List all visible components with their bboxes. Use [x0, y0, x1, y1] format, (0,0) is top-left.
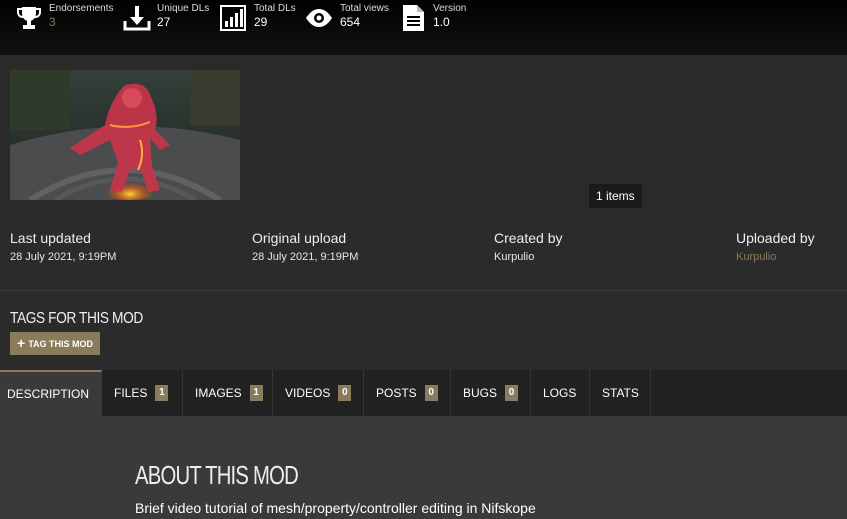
created-by-value: Kurpulio: [494, 251, 535, 263]
tab-label: FILES: [114, 386, 148, 400]
total-views-label: Total views: [340, 3, 389, 14]
created-by-label: Created by: [494, 230, 563, 246]
document-icon: [403, 5, 424, 31]
uploaded-by-label: Uploaded by: [736, 230, 815, 246]
uploaded-by: Uploaded by Kurpulio: [736, 230, 815, 263]
tab-count-badge: 0: [338, 385, 352, 401]
original-upload-value: 28 July 2021, 9:19PM: [252, 251, 359, 263]
last-updated-value: 28 July 2021, 9:19PM: [10, 251, 117, 263]
tab-posts[interactable]: POSTS 0: [364, 370, 451, 416]
tab-images[interactable]: IMAGES 1: [183, 370, 273, 416]
total-dls-label: Total DLs: [254, 3, 296, 14]
created-by: Created by Kurpulio: [494, 230, 562, 263]
endorsements-value: 3: [49, 15, 56, 29]
unique-dls-value: 27: [157, 15, 171, 29]
tag-button-label: TAG THIS MOD: [28, 339, 94, 349]
mod-tabs: DESCRIPTION FILES 1 IMAGES 1 VIDEOS 0 PO…: [0, 370, 847, 416]
uploaded-by-link[interactable]: Kurpulio: [736, 251, 815, 263]
tab-count-badge: 1: [155, 385, 169, 401]
tab-files[interactable]: FILES 1: [102, 370, 183, 416]
tab-label: STATS: [602, 386, 639, 400]
tags-title: TAGS FOR THIS MOD: [10, 310, 143, 327]
plus-icon: +: [17, 335, 26, 351]
gallery-thumbnail[interactable]: [10, 70, 240, 200]
tab-description[interactable]: DESCRIPTION: [0, 370, 102, 416]
tab-bugs[interactable]: BUGS 0: [451, 370, 531, 416]
last-updated: Last updated 28 July 2021, 9:19PM: [10, 230, 116, 263]
version-value: 1.0: [433, 15, 450, 29]
unique-dls-label: Unique DLs: [157, 3, 210, 14]
thumbnail-image: [10, 70, 240, 200]
version-label: Version: [433, 3, 467, 14]
image-gallery: 1 items: [0, 55, 847, 215]
total-views-value: 654: [340, 15, 361, 29]
tab-label: DESCRIPTION: [7, 387, 90, 401]
tag-this-mod-button[interactable]: + TAG THIS MOD: [10, 332, 101, 355]
stats-bar: Endorsements 3 Unique DLs 27 Total DLs 2…: [0, 0, 847, 55]
tab-count-badge: 0: [505, 385, 519, 401]
tab-label: POSTS: [376, 386, 417, 400]
tab-logs[interactable]: LOGS: [531, 370, 590, 416]
about-title: ABOUT THIS MOD: [135, 460, 299, 490]
original-upload: Original upload 28 July 2021, 9:19PM: [252, 230, 358, 263]
bar-chart-icon: [220, 5, 246, 31]
total-dls-value: 29: [254, 15, 268, 29]
tab-label: VIDEOS: [285, 386, 331, 400]
tab-label: LOGS: [543, 386, 577, 400]
gallery-items-count: 1 items: [589, 184, 642, 208]
about-section: ABOUT THIS MOD Brief video tutorial of m…: [0, 416, 847, 519]
endorsements-label: Endorsements: [49, 3, 114, 14]
last-updated-label: Last updated: [10, 230, 91, 246]
tags-section: TAGS FOR THIS MOD + TAG THIS MOD: [0, 292, 847, 370]
tab-label: BUGS: [463, 386, 498, 400]
original-upload-label: Original upload: [252, 230, 347, 246]
about-description: Brief video tutorial of mesh/property/co…: [135, 500, 536, 516]
tab-count-badge: 1: [249, 385, 263, 401]
trophy-icon: [17, 7, 41, 29]
eye-icon: [306, 9, 332, 27]
mod-meta: Last updated 28 July 2021, 9:19PM Origin…: [0, 215, 847, 291]
download-icon: [123, 6, 151, 31]
tab-count-badge: 0: [424, 385, 438, 401]
tab-label: IMAGES: [195, 386, 242, 400]
tab-videos[interactable]: VIDEOS 0: [273, 370, 364, 416]
tab-stats[interactable]: STATS: [590, 370, 651, 416]
